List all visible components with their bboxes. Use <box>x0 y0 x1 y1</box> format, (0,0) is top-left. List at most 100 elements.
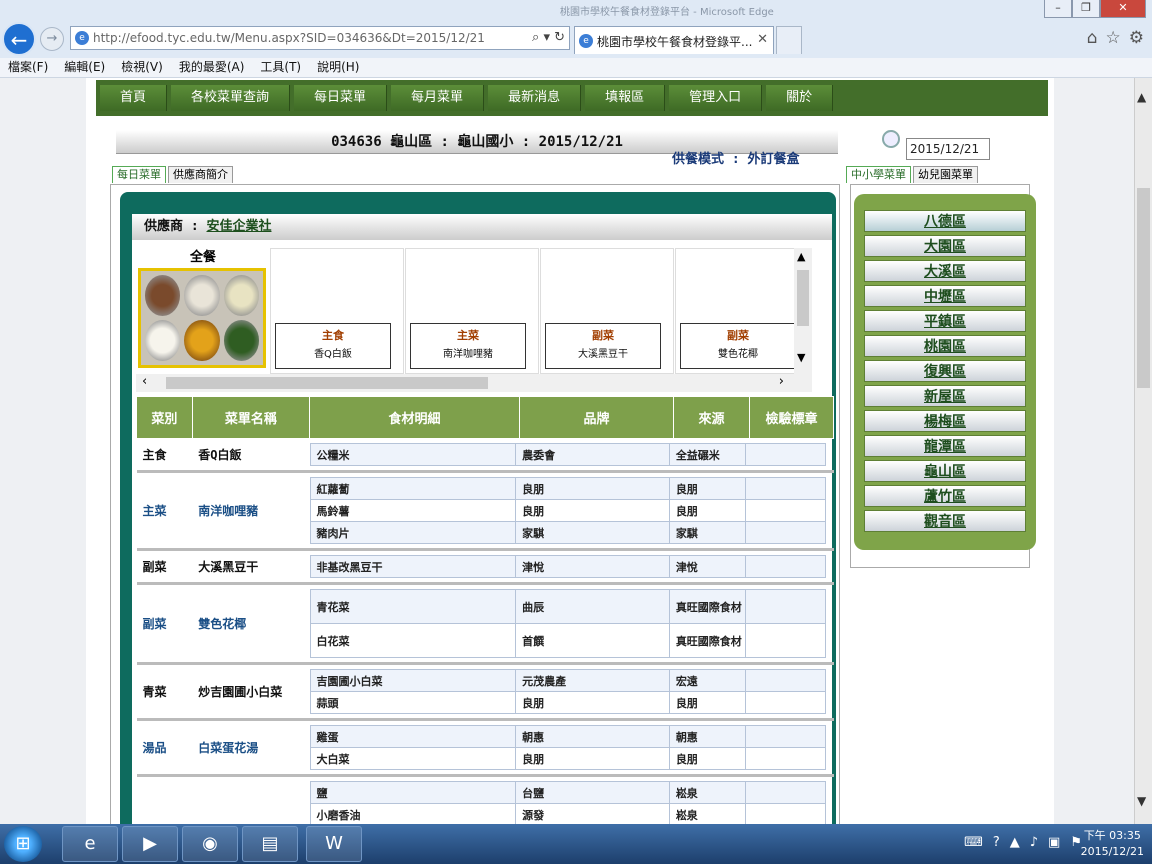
chrome-taskbar-icon[interactable]: ◉ <box>182 826 238 862</box>
district-link[interactable]: 蘆竹區 <box>864 485 1026 507</box>
nav-school-menu-search[interactable]: 各校菜單查詢 <box>171 85 291 111</box>
tab-daily-menu[interactable]: 每日菜單 <box>112 166 166 183</box>
minimize-button[interactable]: – <box>1044 0 1072 18</box>
nav-about[interactable]: 關於 <box>766 85 834 111</box>
search-refresh-icons[interactable]: ⌕ ▾ ↻ <box>532 30 565 45</box>
district-link[interactable]: 楊梅區 <box>864 410 1026 432</box>
ingredient-source: 崧泉 <box>668 781 746 804</box>
ingredient-brand: 首饌 <box>515 623 670 658</box>
left-tabs: 每日菜單 供應商簡介 <box>112 166 233 183</box>
district-link[interactable]: 八德區 <box>864 210 1026 232</box>
scroll-thumb[interactable] <box>1137 188 1150 388</box>
scroll-up-icon[interactable]: ▲ <box>1137 90 1146 104</box>
tab-school-menu[interactable]: 中小學菜單 <box>846 166 911 183</box>
menu-file[interactable]: 檔案(F) <box>0 58 56 77</box>
calendar-search-icon[interactable] <box>882 130 900 148</box>
address-bar-row: ← → e http://efood.tyc.edu.tw/Menu.aspx?… <box>0 20 1152 58</box>
close-tab-icon[interactable]: ✕ <box>757 32 768 47</box>
scroll-right-icon[interactable]: › <box>779 374 784 389</box>
nav-daily-menu[interactable]: 每日菜單 <box>294 85 388 111</box>
scroll-thumb[interactable] <box>166 377 488 389</box>
scroll-up-icon[interactable]: ▲ <box>797 250 805 263</box>
close-window-button[interactable]: ✕ <box>1100 0 1146 18</box>
ingredient-table: 非基改黑豆干 津悅 津悅 <box>309 555 826 578</box>
nav-home[interactable]: 首頁 <box>100 85 168 111</box>
ingredient-brand: 源發 <box>515 803 670 824</box>
scroll-down-icon[interactable]: ▼ <box>797 351 805 364</box>
menu-edit[interactable]: 編輯(E) <box>56 58 113 77</box>
start-button[interactable]: ⊞ <box>4 826 42 862</box>
ingredient-cert <box>744 623 826 658</box>
ingredient-name: 青花菜 <box>309 589 517 624</box>
window-titlebar: 桃園市學校午餐食材登錄平台 - Microsoft Edge – ❐ ✕ <box>0 0 1152 20</box>
address-bar[interactable]: e http://efood.tyc.edu.tw/Menu.aspx?SID=… <box>70 26 570 50</box>
gallery-horizontal-scrollbar[interactable]: ‹ › <box>136 374 812 392</box>
browser-tab[interactable]: e 桃園市學校午餐食材登錄平... ✕ <box>574 26 774 54</box>
district-link[interactable]: 新屋區 <box>864 385 1026 407</box>
ingredient-brand: 良朋 <box>515 691 670 714</box>
nav-report[interactable]: 填報區 <box>585 85 666 111</box>
ingredient-source: 全益碾米 <box>668 443 746 466</box>
district-link[interactable]: 中壢區 <box>864 285 1026 307</box>
home-icon[interactable]: ⌂ <box>1087 28 1098 48</box>
menu-container: 供應商 : 安佳企業社 全餐 主食 香Q白飯 主菜 南洋咖哩豬 副菜 大溪黑豆干… <box>120 192 836 824</box>
ingredient-brand: 朝惠 <box>515 725 670 748</box>
nav-monthly-menu[interactable]: 每月菜單 <box>391 85 485 111</box>
menu-tools[interactable]: 工具(T) <box>252 58 309 77</box>
district-link[interactable]: 平鎮區 <box>864 310 1026 332</box>
scroll-left-icon[interactable]: ‹ <box>142 374 147 389</box>
gear-icon[interactable]: ⚙ <box>1129 28 1144 48</box>
gallery-vertical-scrollbar[interactable]: ▲ ▼ <box>794 248 812 374</box>
ingredient-row: 馬鈴薯 良朋 良朋 <box>309 499 826 522</box>
network-icon[interactable]: ▣ <box>1048 835 1060 850</box>
taskbar-clock[interactable]: 下午 03:35 2015/12/21 <box>1081 828 1144 860</box>
nav-admin[interactable]: 管理入口 <box>669 85 763 111</box>
volume-icon[interactable]: ♪ <box>1030 835 1038 850</box>
dish-cell: 主食 香Q白飯 <box>270 248 404 374</box>
menu-view[interactable]: 檢視(V) <box>113 58 171 77</box>
help-icon[interactable]: ? <box>993 835 1000 850</box>
row-category: 青菜 <box>136 663 193 721</box>
keyboard-icon[interactable]: ⌨ <box>964 835 983 850</box>
right-tabs: 中小學菜單 幼兒園菜單 <box>846 166 978 183</box>
page-vertical-scrollbar[interactable]: ▲ ▼ <box>1134 78 1152 824</box>
ingredient-cert <box>744 589 826 624</box>
nav-news[interactable]: 最新消息 <box>488 85 582 111</box>
folder-taskbar-icon[interactable]: ▤ <box>242 826 298 862</box>
dish-category: 副菜 <box>592 329 614 342</box>
full-meal-label: 全餐 <box>189 250 216 265</box>
supplier-link[interactable]: 安佳企業社 <box>206 219 271 234</box>
meal-photo[interactable] <box>138 268 266 368</box>
favorites-star-icon[interactable]: ☆ <box>1106 28 1121 48</box>
scroll-down-icon[interactable]: ▼ <box>1137 794 1146 808</box>
scroll-thumb[interactable] <box>797 270 809 326</box>
ingredient-cert <box>744 499 826 522</box>
district-link[interactable]: 大園區 <box>864 235 1026 257</box>
forward-button[interactable]: → <box>40 27 64 51</box>
ingredient-name: 雞蛋 <box>309 725 517 748</box>
system-tray: ⌨ ? ▲ ♪ ▣ ⚑ <box>964 835 1082 850</box>
new-tab-button[interactable] <box>776 26 802 54</box>
ingredient-source: 津悅 <box>668 555 746 578</box>
menu-help[interactable]: 說明(H) <box>309 58 367 77</box>
supplier-bar: 供應商 : 安佳企業社 <box>132 214 832 240</box>
district-link[interactable]: 復興區 <box>864 360 1026 382</box>
district-link[interactable]: 龍潭區 <box>864 435 1026 457</box>
date-input[interactable]: 2015/12/21 <box>906 138 990 160</box>
ingredient-name: 非基改黑豆干 <box>309 555 517 578</box>
word-taskbar-icon[interactable]: W <box>306 826 362 862</box>
tab-supplier-info[interactable]: 供應商簡介 <box>168 166 233 183</box>
district-link[interactable]: 龜山區 <box>864 460 1026 482</box>
district-link[interactable]: 大溪區 <box>864 260 1026 282</box>
media-player-taskbar-icon[interactable]: ▶ <box>122 826 178 862</box>
tab-kindergarten-menu[interactable]: 幼兒園菜單 <box>913 166 978 183</box>
menu-favorites[interactable]: 我的最愛(A) <box>171 58 253 77</box>
restore-button[interactable]: ❐ <box>1072 0 1100 18</box>
show-hidden-icons[interactable]: ▲ <box>1010 835 1020 850</box>
district-link[interactable]: 桃園區 <box>864 335 1026 357</box>
dish-name: 雙色花椰 <box>718 349 758 360</box>
back-button[interactable]: ← <box>2 22 36 56</box>
district-link[interactable]: 觀音區 <box>864 510 1026 532</box>
ingredient-row: 青花菜 曲辰 真旺國際食材 <box>309 589 826 624</box>
ie-taskbar-icon[interactable]: e <box>62 826 118 862</box>
